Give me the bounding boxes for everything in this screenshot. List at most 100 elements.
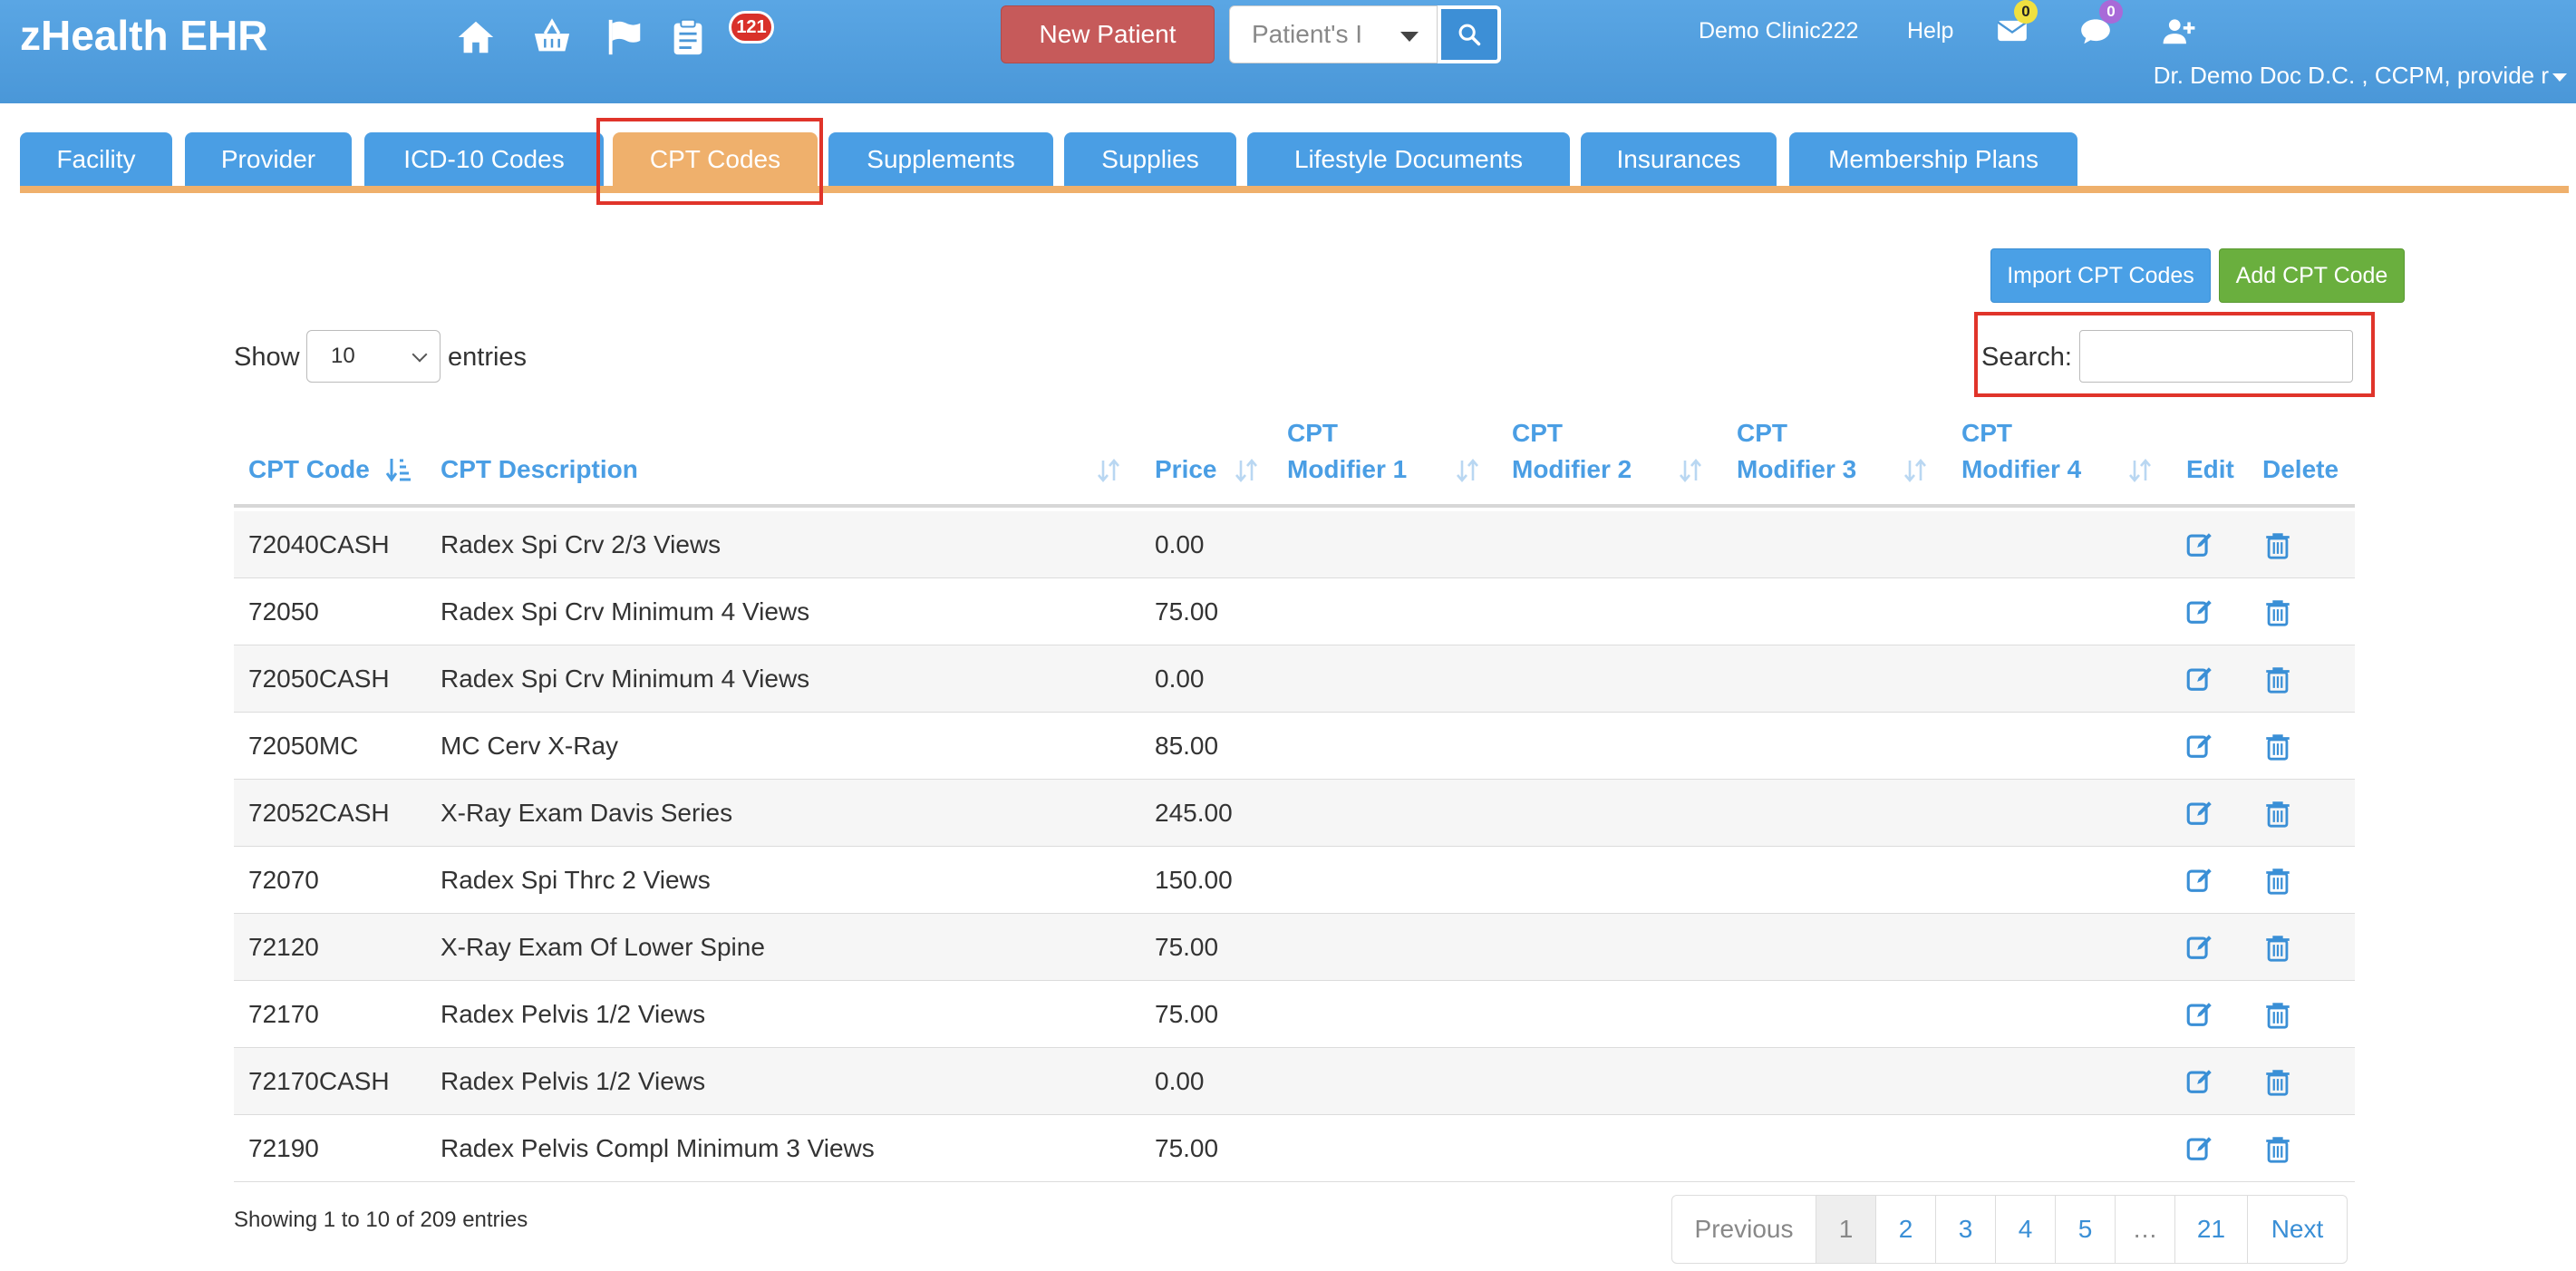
cpt-description-cell: X-Ray Exam Davis Series: [441, 799, 733, 827]
show-label: Show: [234, 343, 300, 372]
trash-icon[interactable]: [2262, 1066, 2293, 1097]
header-cpt-code[interactable]: CPT Code: [248, 451, 370, 488]
page-4-button[interactable]: 4: [1995, 1196, 2055, 1263]
page-5-button[interactable]: 5: [2055, 1196, 2115, 1263]
cpt-description-cell: Radex Spi Crv Minimum 4 Views: [441, 665, 810, 693]
edit-icon[interactable]: [2184, 529, 2215, 560]
header-modifier4-line2[interactable]: Modifier 4: [1961, 451, 2081, 488]
app-title[interactable]: zHealth EHR: [20, 11, 267, 60]
patient-search-button[interactable]: [1438, 5, 1501, 63]
edit-icon[interactable]: [2184, 597, 2215, 627]
entries-per-page-select[interactable]: 10: [306, 330, 441, 383]
trash-icon[interactable]: [2262, 999, 2293, 1030]
search-icon: [1458, 24, 1481, 46]
trash-icon[interactable]: [2262, 1133, 2293, 1164]
trash-icon[interactable]: [2262, 932, 2293, 963]
trash-icon[interactable]: [2262, 731, 2293, 762]
sort-asc-icon[interactable]: [384, 451, 412, 488]
table-info: Showing 1 to 10 of 209 entries: [234, 1208, 528, 1232]
cpt-code-cell: 72040CASH: [248, 530, 390, 558]
tab-supplements[interactable]: Supplements: [828, 132, 1053, 187]
patient-search-placeholder: Patient's I: [1252, 20, 1363, 48]
header-modifier2-line2[interactable]: Modifier 2: [1512, 451, 1632, 488]
sort-icon[interactable]: [2126, 451, 2154, 488]
header-modifier3-line2[interactable]: Modifier 3: [1737, 451, 1856, 488]
trash-icon[interactable]: [2262, 597, 2293, 627]
header-modifier1-line1[interactable]: CPT: [1287, 415, 1338, 451]
edit-icon[interactable]: [2184, 999, 2215, 1030]
next-page-button[interactable]: Next: [2247, 1196, 2347, 1263]
edit-icon[interactable]: [2184, 798, 2215, 829]
tab-lifestyle-documents[interactable]: Lifestyle Documents: [1247, 132, 1570, 187]
trash-icon[interactable]: [2262, 798, 2293, 829]
previous-page-button[interactable]: Previous: [1672, 1196, 1816, 1263]
tab-facility[interactable]: Facility: [20, 132, 172, 187]
edit-icon[interactable]: [2184, 932, 2215, 963]
entries-select-value: 10: [331, 344, 355, 368]
flag-icon[interactable]: [602, 15, 647, 60]
edit-icon[interactable]: [2184, 731, 2215, 762]
import-cpt-codes-button[interactable]: Import CPT Codes: [1990, 248, 2211, 303]
price-cell: 0.00: [1155, 530, 1205, 558]
trash-icon[interactable]: [2262, 664, 2293, 694]
page-21-button[interactable]: 21: [2174, 1196, 2247, 1263]
table-row: 72040CASH Radex Spi Crv 2/3 Views 0.00: [234, 511, 2355, 578]
edit-icon[interactable]: [2184, 1133, 2215, 1164]
tab-insurances[interactable]: Insurances: [1581, 132, 1777, 187]
basket-icon[interactable]: [529, 15, 575, 60]
cpt-description-cell: Radex Spi Crv 2/3 Views: [441, 530, 721, 558]
table-row: 72170 Radex Pelvis 1/2 Views 75.00: [234, 981, 2355, 1048]
edit-icon[interactable]: [2184, 1066, 2215, 1097]
clinic-name-link[interactable]: Demo Clinic222: [1699, 18, 1858, 44]
price-cell: 0.00: [1155, 665, 1205, 693]
chat-count-badge: 0: [2099, 0, 2123, 24]
header-modifier2-line1[interactable]: CPT: [1512, 415, 1563, 451]
cpt-code-cell: 72170CASH: [248, 1067, 390, 1095]
header-modifier3-line1[interactable]: CPT: [1737, 415, 1787, 451]
new-patient-button[interactable]: New Patient: [1001, 5, 1215, 63]
page-3-button[interactable]: 3: [1935, 1196, 1995, 1263]
page-2-button[interactable]: 2: [1875, 1196, 1935, 1263]
user-menu[interactable]: Dr. Demo Doc D.C. , CCPM, provide r: [2154, 62, 2567, 90]
page-1-button[interactable]: 1: [1816, 1196, 1875, 1263]
header-cpt-description[interactable]: CPT Description: [441, 451, 638, 488]
header-modifier1-line2[interactable]: Modifier 1: [1287, 451, 1407, 488]
add-cpt-code-button[interactable]: Add CPT Code: [2219, 248, 2405, 303]
table-search-input[interactable]: [2079, 330, 2353, 383]
sort-icon[interactable]: [1902, 451, 1929, 488]
tab-membership-plans[interactable]: Membership Plans: [1789, 132, 2077, 187]
cpt-description-cell: Radex Spi Crv Minimum 4 Views: [441, 597, 810, 626]
cpt-code-cell: 72120: [248, 933, 319, 961]
sort-icon[interactable]: [1677, 451, 1704, 488]
price-cell: 245.00: [1155, 799, 1233, 827]
clipboard-icon[interactable]: [665, 15, 711, 60]
trash-icon[interactable]: [2262, 865, 2293, 896]
cpt-description-cell: X-Ray Exam Of Lower Spine: [441, 933, 765, 961]
trash-icon[interactable]: [2262, 529, 2293, 560]
chevron-down-icon: [2552, 73, 2567, 82]
cpt-code-cell: 72070: [248, 866, 319, 894]
entries-label: entries: [448, 343, 528, 372]
alerts-badge[interactable]: 121: [729, 11, 774, 44]
add-user-icon[interactable]: [2159, 11, 2199, 51]
home-icon[interactable]: [453, 15, 499, 60]
patient-search-select[interactable]: Patient's I: [1229, 5, 1438, 63]
table-row: 72190 Radex Pelvis Compl Minimum 3 Views 7…: [234, 1115, 2355, 1182]
sort-icon[interactable]: [1454, 451, 1481, 488]
help-link[interactable]: Help: [1907, 18, 1953, 44]
cpt-code-cell: 72050CASH: [248, 665, 390, 693]
edit-icon[interactable]: [2184, 664, 2215, 694]
tab-provider[interactable]: Provider: [185, 132, 352, 187]
sort-icon[interactable]: [1095, 451, 1122, 488]
sort-icon[interactable]: [1233, 451, 1260, 488]
header-modifier4-line1[interactable]: CPT: [1961, 415, 2012, 451]
header-price[interactable]: Price: [1155, 451, 1217, 488]
tab-supplies[interactable]: Supplies: [1064, 132, 1236, 187]
cpt-code-cell: 72170: [248, 1000, 319, 1028]
table-row: 72052CASH X-Ray Exam Davis Series 245.00: [234, 780, 2355, 847]
app-header: zHealth EHR 121 New Patient Patient's I …: [0, 0, 2576, 103]
table-row: 72050 Radex Spi Crv Minimum 4 Views 75.00: [234, 578, 2355, 645]
tab-icd10-codes[interactable]: ICD-10 Codes: [364, 132, 604, 187]
edit-icon[interactable]: [2184, 865, 2215, 896]
price-cell: 75.00: [1155, 1134, 1219, 1162]
